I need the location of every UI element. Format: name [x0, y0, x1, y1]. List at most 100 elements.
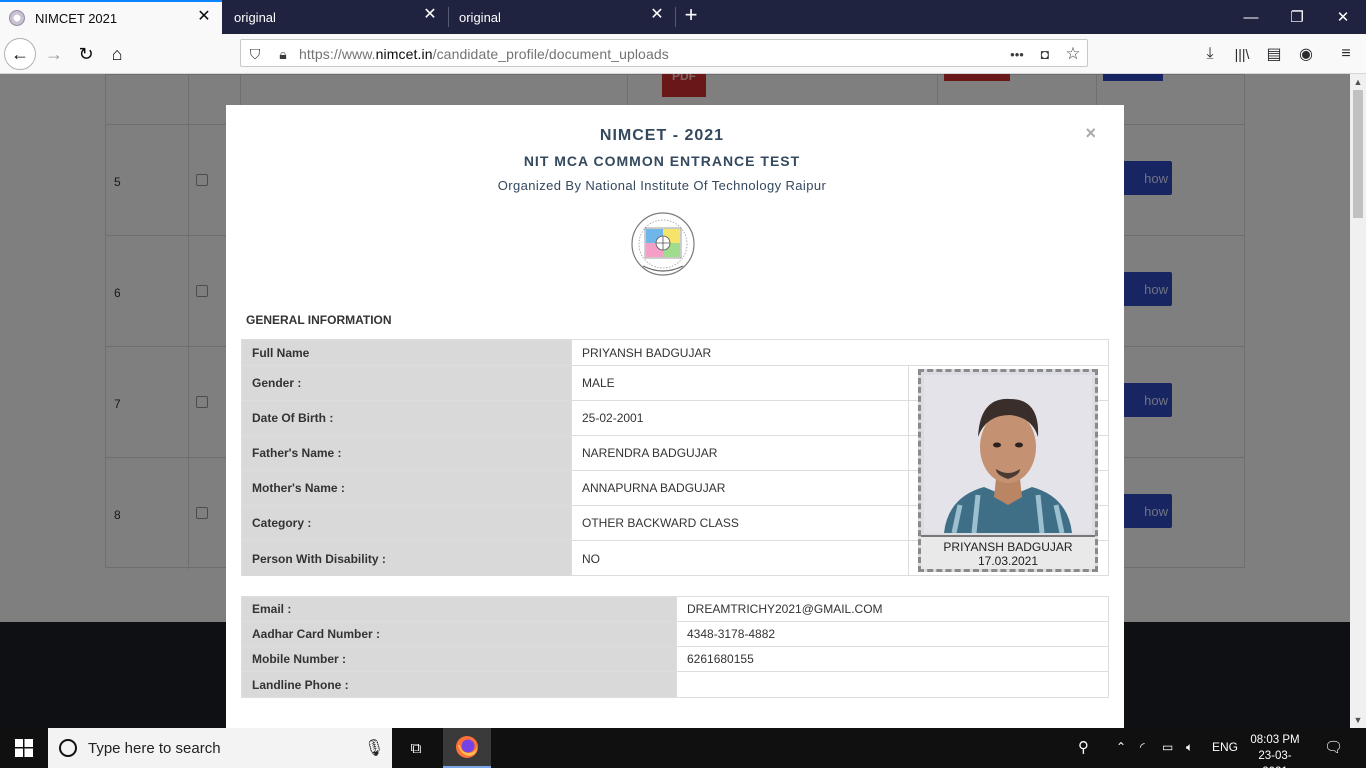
field-label: Full Name	[242, 340, 571, 365]
field-value: 6261680155	[676, 647, 1108, 671]
field-label: Category :	[242, 506, 571, 540]
navigation-toolbar: ← → ↻ ⌂ ⛉ 🔒︎ https://www.nimcet.in/candi…	[0, 34, 1366, 74]
close-tab-icon[interactable]: ✕	[196, 9, 212, 25]
photo-cell-divider	[908, 366, 909, 576]
search-icon	[59, 739, 77, 757]
field-value	[676, 672, 1108, 697]
scroll-up-icon[interactable]: ▲	[1350, 74, 1366, 90]
shield-icon[interactable]: ⛉	[245, 44, 265, 64]
sidebar-icon[interactable]: ▤	[1262, 42, 1286, 66]
field-value: ANNAPURNA BADGUJAR	[571, 471, 908, 505]
table-row: Mobile Number : 6261680155	[242, 647, 1108, 672]
address-bar[interactable]: ⛉ 🔒︎ https://www.nimcet.in/candidate_pro…	[240, 39, 1088, 67]
tab-title: NIMCET 2021	[35, 10, 118, 26]
search-placeholder: Type here to search	[88, 740, 221, 757]
windows-logo-icon	[15, 739, 33, 757]
candidate-portrait-icon	[924, 375, 1092, 533]
system-clock[interactable]: 08:03 PM 23-03-2021	[1246, 732, 1304, 768]
hamburger-menu-icon[interactable]: ≡	[1334, 42, 1358, 66]
language-indicator[interactable]: ENG	[1212, 740, 1238, 754]
table-row: Aadhar Card Number : 4348-3178-4882	[242, 622, 1108, 647]
field-value: 4348-3178-4882	[676, 622, 1108, 646]
contact-info-table: Email : DREAMTRICHY2021@GMAIL.COM Aadhar…	[241, 596, 1109, 698]
url-prefix: https://www.	[299, 46, 376, 62]
new-tab-plus-icon[interactable]: +	[680, 4, 702, 27]
tab-strip: NIMCET 2021 ✕ original ✕ original ✕ + — …	[0, 0, 1366, 34]
table-row: Full Name PRIYANSH BADGUJAR	[242, 340, 1108, 366]
photo-caption-date: 17.03.2021	[977, 554, 1039, 568]
tab-divider	[675, 7, 676, 27]
close-window-icon[interactable]: ✕	[1320, 0, 1366, 34]
tab-title: original	[459, 9, 501, 25]
field-value: MALE	[571, 366, 908, 400]
modal-title: NIMCET - 2021	[599, 127, 725, 144]
field-label: Person With Disability :	[242, 541, 571, 576]
tab-title: original	[234, 9, 276, 25]
firefox-logo-icon	[456, 736, 478, 758]
notifications-icon[interactable]: 🗨︎	[1324, 738, 1343, 756]
wifi-icon[interactable]: ◜	[1140, 740, 1145, 754]
people-icon[interactable]: ⚲	[1078, 738, 1089, 756]
bookmark-star-icon[interactable]: ☆	[1063, 44, 1083, 64]
tab-nimcet[interactable]: NIMCET 2021 ✕	[0, 0, 222, 34]
clock-time: 08:03 PM	[1250, 734, 1300, 746]
scrollbar-thumb[interactable]	[1353, 90, 1363, 218]
candidate-profile-modal: × NIMCET - 2021 NIT MCA COMMON ENTRANCE …	[226, 105, 1124, 728]
field-label: Mobile Number :	[242, 647, 676, 671]
modal-subtitle: NIT MCA COMMON ENTRANCE TEST	[523, 153, 801, 169]
field-label: Father's Name :	[242, 436, 571, 470]
field-label: Landline Phone :	[242, 672, 676, 697]
url-path: /candidate_profile/document_uploads	[432, 46, 669, 62]
downloads-icon[interactable]: ⤓	[1198, 42, 1222, 66]
field-value: 25-02-2001	[571, 401, 908, 435]
url-host: nimcet.in	[375, 46, 433, 62]
tab-original-1[interactable]: original ✕	[222, 0, 448, 34]
photo-caption: PRIYANSH BADGUJAR 17.03.2021	[921, 535, 1095, 569]
forward-arrow-icon[interactable]: →	[38, 38, 70, 70]
nit-raipur-emblem-icon	[631, 212, 695, 276]
field-value: DREAMTRICHY2021@GMAIL.COM	[676, 597, 1108, 621]
url-text[interactable]: https://www.nimcet.in/candidate_profile/…	[299, 46, 669, 62]
field-value: NARENDRA BADGUJAR	[571, 436, 908, 470]
task-view-icon[interactable]: ⧉	[392, 728, 440, 768]
field-label: Mother's Name :	[242, 471, 571, 505]
show-hidden-icons-icon[interactable]: ⌃	[1116, 740, 1126, 754]
restore-window-icon[interactable]: ❐	[1274, 0, 1320, 34]
firefox-taskbar-icon[interactable]	[443, 728, 491, 768]
field-value: NO	[571, 541, 908, 576]
field-label: Gender :	[242, 366, 571, 400]
back-arrow-icon[interactable]: ←	[4, 38, 36, 70]
page-actions-menu-icon[interactable]: •••	[1007, 44, 1027, 64]
pocket-icon[interactable]: ◘	[1035, 44, 1055, 64]
microphone-icon[interactable]: 🎙︎	[364, 738, 384, 758]
tab-original-2[interactable]: original ✕	[449, 0, 675, 34]
home-icon[interactable]: ⌂	[101, 38, 133, 70]
organizer-text: Organized By National Institute Of Techn…	[497, 178, 827, 193]
account-icon[interactable]: ◉	[1294, 42, 1318, 66]
windows-start-button[interactable]	[0, 728, 48, 768]
field-label: Date Of Birth :	[242, 401, 571, 435]
site-favicon-icon	[9, 10, 25, 26]
volume-icon[interactable]: 🔈︎	[1186, 740, 1193, 755]
battery-icon[interactable]: ▭	[1162, 740, 1173, 754]
general-information-heading: GENERAL INFORMATION	[246, 313, 392, 327]
windows-taskbar: Type here to search 🎙︎ ⧉ ⚲ ⌃ ◜ ▭ 🔈︎ ENG …	[0, 728, 1366, 768]
candidate-photo: PRIYANSH BADGUJAR 17.03.2021	[918, 369, 1098, 572]
scroll-down-icon[interactable]: ▼	[1350, 712, 1366, 728]
library-icon[interactable]: |||\	[1230, 42, 1254, 66]
lock-icon[interactable]: 🔒︎	[273, 44, 293, 64]
field-label: Email :	[242, 597, 676, 621]
field-value: OTHER BACKWARD CLASS	[571, 506, 908, 540]
table-row: Email : DREAMTRICHY2021@GMAIL.COM	[242, 597, 1108, 622]
taskbar-search-box[interactable]: Type here to search 🎙︎	[48, 728, 392, 768]
photo-caption-name: PRIYANSH BADGUJAR	[943, 540, 1073, 554]
clock-date: 23-03-2021	[1258, 750, 1292, 768]
close-tab-icon[interactable]: ✕	[649, 7, 665, 23]
reload-icon[interactable]: ↻	[70, 38, 102, 70]
minimize-icon[interactable]: —	[1228, 0, 1274, 34]
table-row: Landline Phone :	[242, 672, 1108, 697]
close-tab-icon[interactable]: ✕	[422, 7, 438, 23]
field-value: PRIYANSH BADGUJAR	[571, 340, 1108, 365]
page-scrollbar[interactable]: ▲ ▼	[1350, 74, 1366, 728]
field-label: Aadhar Card Number :	[242, 622, 676, 646]
